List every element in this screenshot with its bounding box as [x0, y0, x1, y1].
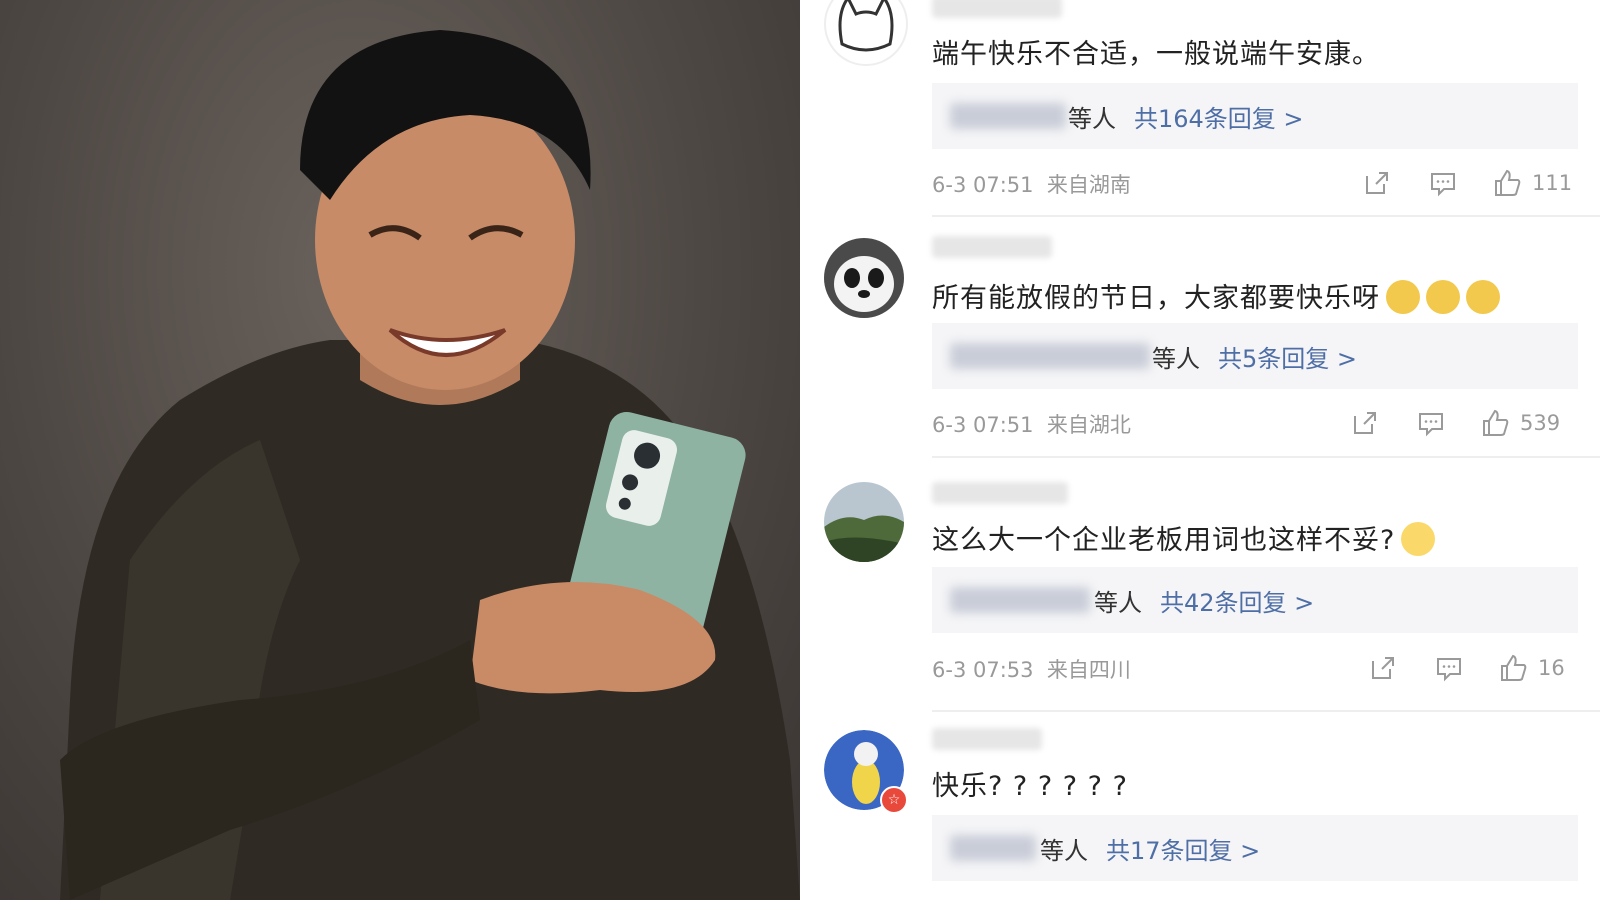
man-holding-phone-photo [60, 30, 800, 900]
comment-text-row: 这么大一个企业老板用词也这样不妥? [932, 518, 1436, 559]
comment-icon [1437, 658, 1461, 682]
comment-text-row: 所有能放假的节日，大家都要快乐呀 [932, 276, 1500, 317]
like-button[interactable]: 16 [1498, 652, 1565, 684]
comment-meta: 6-3 07:51 来自湖南 [932, 169, 1131, 199]
comment-text: 所有能放假的节日，大家都要快乐呀 [932, 283, 1380, 314]
comment-time: 6-3 07:51 [932, 413, 1034, 437]
reply-summary[interactable]: 等人 共42条回复 > [932, 567, 1578, 633]
comment-icon [1431, 173, 1455, 197]
landscape-avatar[interactable] [824, 482, 904, 562]
thumbs-up-icon [1501, 654, 1527, 681]
reply-summary[interactable]: 等人 共5条回复 > [932, 323, 1578, 389]
comment-location: 来自湖北 [1046, 413, 1131, 437]
share-button[interactable] [1368, 652, 1398, 684]
doge-icon [1426, 279, 1460, 314]
laugh-cry-icon [1401, 521, 1436, 556]
thumbs-up-icon [1483, 409, 1509, 436]
replier-names-blurred [950, 587, 1090, 613]
doge-icon [1386, 279, 1420, 314]
comment-footer: 6-3 07:51 来自湖北 539 [932, 405, 1578, 441]
doge-icon [1466, 279, 1500, 314]
view-replies-link[interactable]: 共17条回复 > [1106, 837, 1260, 865]
replier-names-blurred [950, 835, 1036, 861]
view-replies-link[interactable]: 共5条回复 > [1218, 345, 1357, 373]
comment-button[interactable] [1428, 167, 1458, 199]
comment-list: 端午快乐不合适，一般说端午安康。 等人 共164条回复 > 6-3 07:51 来… [800, 0, 1600, 900]
comment-icon [1419, 413, 1443, 437]
cat-outline-avatar[interactable] [824, 0, 908, 66]
comment-location: 来自四川 [1046, 658, 1131, 682]
comment-time: 6-3 07:51 [932, 173, 1034, 197]
share-icon [1372, 657, 1394, 679]
reply-by-label: 等人 [1094, 589, 1142, 617]
comment-text: 端午快乐不合适，一般说端午安康。 [932, 39, 1380, 70]
username-blurred[interactable] [932, 0, 1062, 18]
reply-by-label: 等人 [1152, 345, 1200, 373]
reply-by-label: 等人 [1040, 837, 1088, 865]
username-blurred[interactable] [932, 236, 1052, 258]
comment-text: 这么大一个企业老板用词也这样不妥? [932, 525, 1396, 556]
view-replies-link[interactable]: 共164条回复 > [1134, 105, 1304, 133]
comment-time: 6-3 07:53 [932, 658, 1034, 682]
panda-avatar[interactable] [824, 238, 904, 318]
share-button[interactable] [1362, 167, 1392, 199]
comment-footer: 6-3 07:53 来自四川 16 [932, 650, 1578, 686]
username-blurred[interactable] [932, 482, 1068, 504]
replier-names-blurred [950, 103, 1066, 129]
username-blurred[interactable] [932, 728, 1042, 750]
divider [932, 215, 1600, 217]
view-replies-link[interactable]: 共42条回复 > [1160, 589, 1314, 617]
verified-badge-icon: ☆ [880, 786, 908, 814]
like-count: 111 [1532, 171, 1573, 195]
reply-by-label: 等人 [1068, 105, 1116, 133]
like-count: 16 [1538, 656, 1565, 680]
reply-summary[interactable]: 等人 共17条回复 > [932, 815, 1578, 881]
comment-footer: 6-3 07:51 来自湖南 111 [932, 165, 1578, 201]
divider [932, 456, 1600, 458]
comment-button[interactable] [1416, 407, 1446, 439]
share-button[interactable] [1350, 407, 1380, 439]
replier-names-blurred [950, 343, 1150, 369]
share-icon [1354, 412, 1376, 434]
thumbs-up-icon [1495, 169, 1521, 196]
promo-photo [0, 0, 800, 900]
comment-location: 来自湖南 [1046, 173, 1131, 197]
divider [932, 710, 1600, 712]
comment-button[interactable] [1434, 652, 1464, 684]
share-icon [1366, 172, 1388, 194]
comment-text: 快乐? ? ? ? ? ? [932, 771, 1128, 802]
comment-meta: 6-3 07:51 来自湖北 [932, 409, 1131, 439]
reply-summary[interactable]: 等人 共164条回复 > [932, 83, 1578, 149]
like-button[interactable]: 111 [1492, 167, 1572, 199]
comment-meta: 6-3 07:53 来自四川 [932, 654, 1131, 684]
dog-avatar[interactable]: ☆ [824, 730, 908, 814]
like-count: 539 [1520, 411, 1561, 435]
like-button[interactable]: 539 [1480, 407, 1560, 439]
